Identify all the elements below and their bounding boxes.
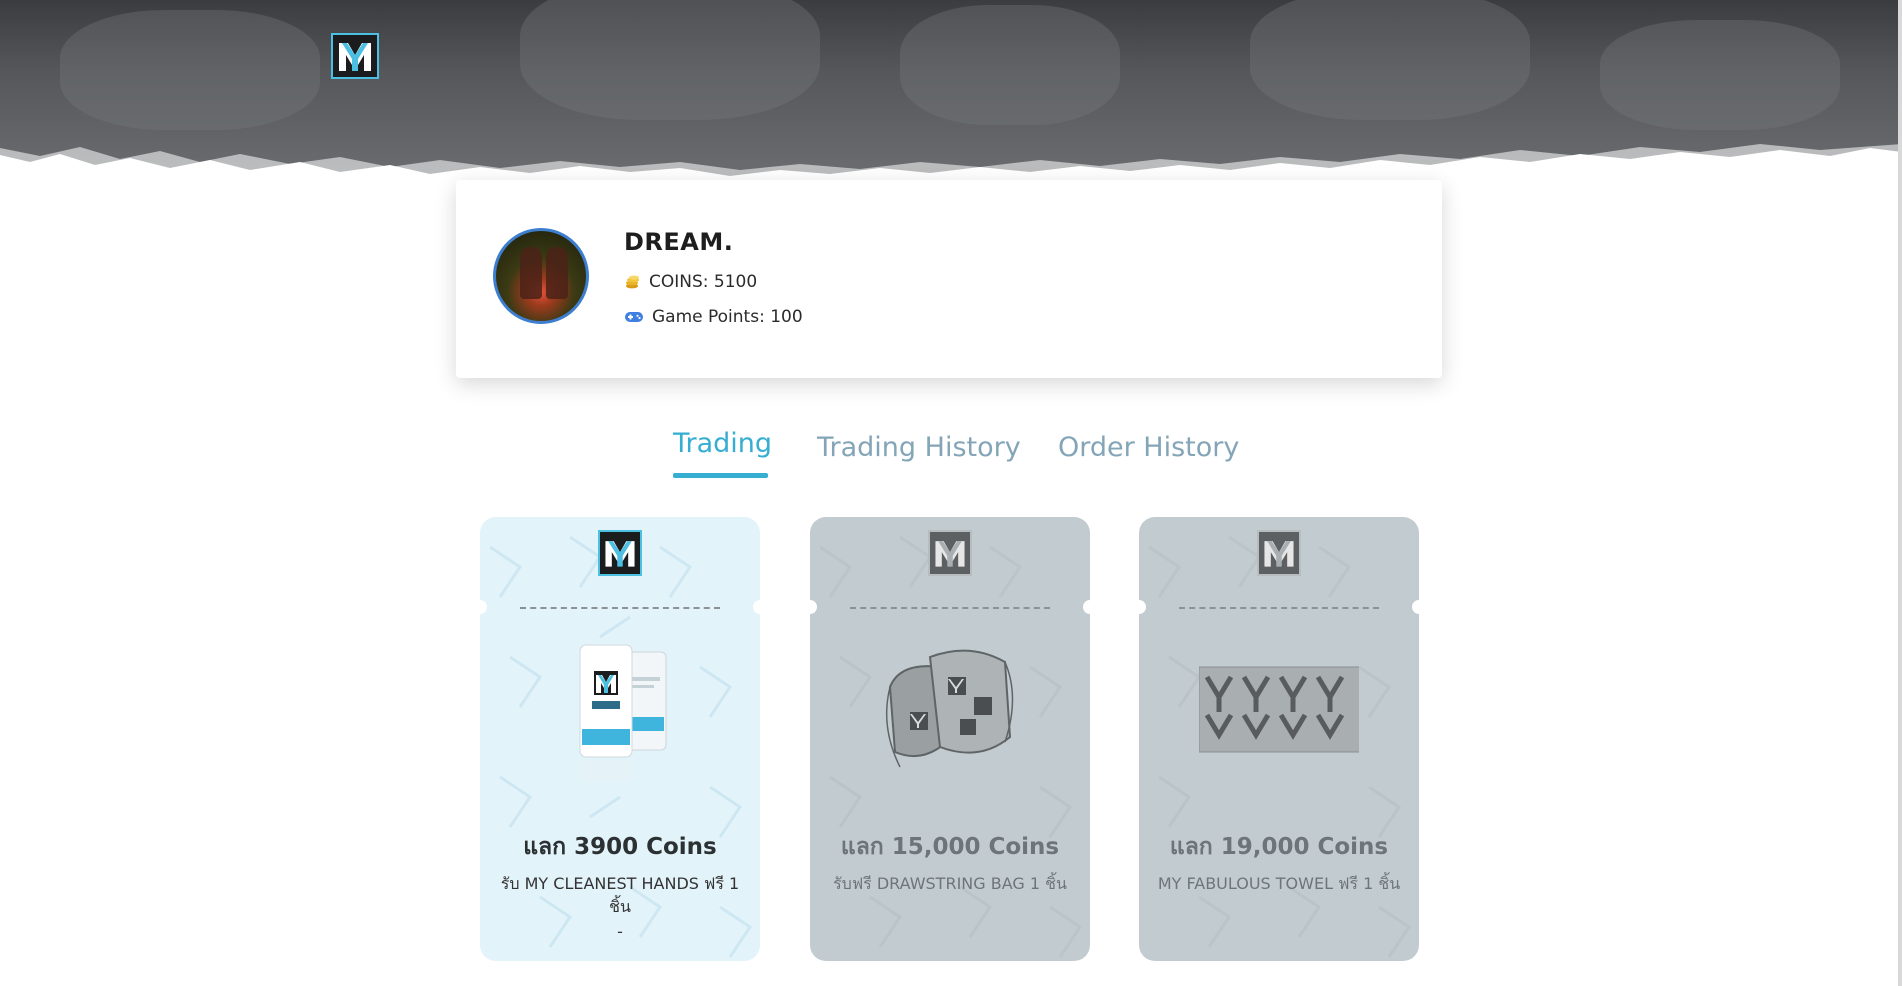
coin-stack-icon	[626, 275, 639, 289]
card-divider	[850, 607, 1050, 609]
tab-order-history[interactable]: Order History	[1058, 432, 1239, 463]
gamepad-icon	[625, 312, 643, 322]
tab-trading-history[interactable]: Trading History	[817, 432, 1021, 463]
header-banner	[0, 0, 1902, 180]
drawstring-bag-product-icon	[885, 649, 1014, 768]
hand-sanitizer-product-icon	[579, 644, 667, 781]
page-scrollbar[interactable]	[1898, 0, 1902, 986]
reward-card[interactable]: แลก 3900 Coins รับ MY CLEANEST HANDS ฟรี…	[480, 517, 760, 961]
coins-label: COINS: 5100	[649, 272, 758, 292]
card-description: MY FABULOUS TOWEL ฟรี 1 ชิ้น	[1157, 874, 1401, 893]
game-points-label: Game Points: 100	[652, 307, 803, 327]
card-logo-icon	[598, 530, 642, 576]
card-price: แลก 19,000 Coins	[1169, 834, 1389, 860]
coins-balance: COINS: 5100	[624, 272, 757, 292]
card-notch	[753, 600, 760, 614]
reward-card[interactable]: แลก 15,000 Coins รับฟรี DRAWSTRING BAG 1…	[810, 517, 1090, 961]
card-description: รับ MY CLEANEST HANDS ฟรี 1 ชิ้น	[500, 874, 740, 916]
card-logo-icon	[928, 530, 972, 576]
user-name: DREAM.	[624, 228, 734, 256]
card-divider	[1179, 607, 1379, 609]
tab-trading[interactable]: Trading	[673, 428, 772, 459]
towel-product-icon	[1199, 666, 1359, 753]
brand-logo-icon[interactable]	[331, 33, 379, 79]
card-price: แลก 3900 Coins	[523, 834, 717, 860]
card-divider	[520, 607, 720, 609]
avatar	[493, 228, 589, 324]
card-notch	[1412, 600, 1419, 614]
card-logo-icon	[1257, 530, 1301, 576]
tab-bar: Trading Trading History Order History	[0, 428, 1902, 480]
card-price: แลก 15,000 Coins	[840, 834, 1060, 860]
card-notch	[1083, 600, 1090, 614]
active-tab-indicator	[673, 473, 768, 478]
game-points: Game Points: 100	[624, 307, 803, 327]
reward-card[interactable]: แลก 19,000 Coins MY FABULOUS TOWEL ฟรี 1…	[1139, 517, 1419, 961]
profile-card: DREAM. COINS: 5100 Game Points: 100	[456, 180, 1442, 378]
torn-paper-edge	[0, 144, 1902, 180]
card-note: -	[617, 922, 623, 941]
card-description: รับฟรี DRAWSTRING BAG 1 ชิ้น	[833, 874, 1067, 893]
